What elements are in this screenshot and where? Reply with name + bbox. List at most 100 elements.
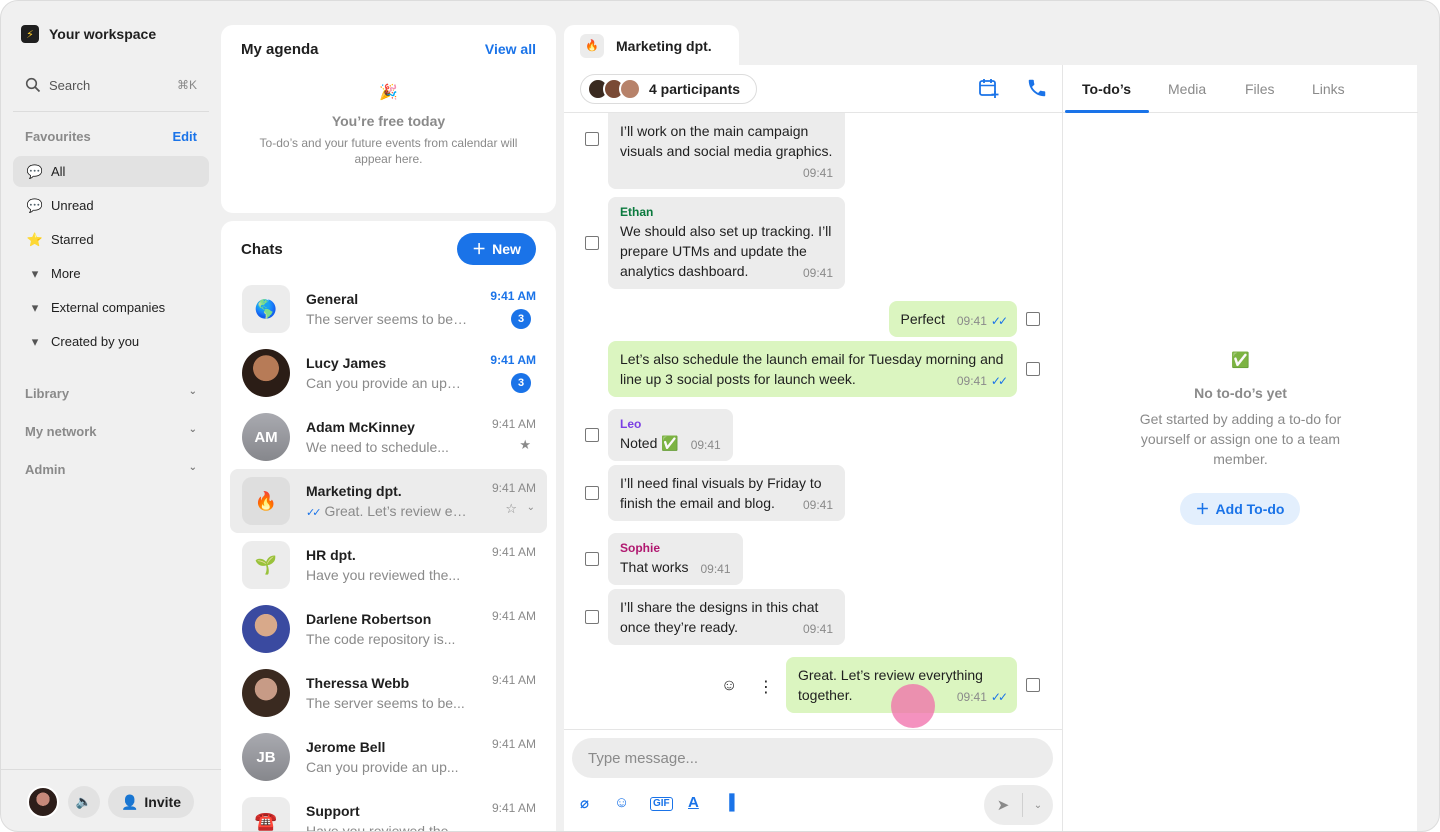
message-checkbox[interactable] (1026, 312, 1040, 326)
chat-time: 9:41 AM (491, 609, 536, 623)
bolt-icon: ⚡ (21, 25, 39, 43)
double-check-icon: ✓✓ (990, 690, 1008, 704)
chat-row-lucy-james[interactable]: Lucy James Can you provide an update 9:4… (230, 341, 547, 405)
section-library[interactable]: Library ⌄ (25, 386, 197, 401)
star-outline-icon[interactable]: ☆ (505, 501, 517, 517)
message-time: 09:41 (700, 562, 731, 576)
new-chat-button[interactable]: ＋ New (457, 233, 536, 265)
section-label: My network (25, 424, 97, 439)
gif-icon[interactable]: GIF (650, 797, 673, 811)
chat-time: 9:41 AM (490, 353, 536, 367)
chat-name: Theressa Webb (306, 675, 410, 691)
attach-icon[interactable]: ⌀ (580, 794, 589, 812)
message-checkbox[interactable] (585, 132, 599, 146)
message-bubble[interactable]: I’ll work on the main campaign visuals a… (608, 113, 845, 189)
chat-name: General (306, 291, 359, 307)
tab-marketing[interactable]: 🔥 Marketing dpt. (564, 25, 739, 66)
search-button[interactable]: Search ⌘K (25, 75, 197, 95)
composer: ⌀ ☺ GIF A ▐ ➤ ⌄ (564, 729, 1062, 831)
chat-preview: The server seems to be down (306, 311, 468, 327)
message-checkbox[interactable] (1026, 362, 1040, 376)
message-bubble[interactable]: I’ll need final visuals by Friday to fin… (608, 465, 845, 521)
add-todo-button[interactable]: ＋ Add To-do (1180, 493, 1300, 525)
details-panel: To-do’s Media Files Links ✅ No to-do’s y… (1062, 65, 1418, 831)
more-options-icon[interactable]: ⋮ (758, 677, 774, 697)
seedling-icon: 🌱 (242, 541, 290, 589)
star-icon: ⭐ (26, 231, 44, 247)
chevron-down-icon: ⌄ (188, 424, 197, 435)
fire-icon: 🔥 (580, 33, 604, 58)
sidebar-item-starred[interactable]: ⭐ Starred (13, 224, 209, 255)
message-checkbox[interactable] (585, 428, 599, 442)
sound-button[interactable]: 🔈 (68, 786, 100, 818)
search-label: Search (49, 77, 91, 93)
poll-icon[interactable]: ▐ (724, 794, 735, 811)
emoji-react-icon[interactable]: ☺ (721, 677, 737, 695)
star-filled-icon[interactable]: ★ (519, 437, 531, 453)
chat-name: Support (306, 803, 360, 819)
chevron-down-icon[interactable]: ⌄ (1023, 800, 1053, 811)
section-admin[interactable]: Admin ⌄ (25, 462, 197, 477)
chat-row-general[interactable]: 🌎 General The server seems to be down 9:… (230, 277, 547, 341)
avatar[interactable] (27, 786, 59, 818)
phone-icon[interactable] (1026, 77, 1048, 104)
message-checkbox[interactable] (585, 236, 599, 250)
agenda-title: My agenda (241, 41, 319, 58)
message-checkbox[interactable] (1026, 678, 1040, 692)
emoji-icon[interactable]: ☺ (614, 794, 629, 811)
fire-icon: 🔥 (242, 477, 290, 525)
send-icon[interactable]: ➤ (984, 796, 1022, 814)
message-bubble[interactable]: Ethan We should also set up tracking. I’… (608, 197, 845, 289)
view-all-link[interactable]: View all (485, 41, 536, 57)
tab-todos[interactable]: To-do’s (1082, 81, 1131, 97)
chat-row-jerome-bell[interactable]: JB Jerome Bell Can you provide an up... … (230, 725, 547, 789)
chat-time: 9:41 AM (491, 481, 536, 495)
section-label: Admin (25, 462, 66, 477)
chat-row-support[interactable]: ☎️ Support Have you reviewed the... 9:41… (230, 789, 547, 832)
calendar-add-icon[interactable] (978, 77, 1000, 104)
tab-media[interactable]: Media (1168, 81, 1206, 97)
message-bubble[interactable]: Sophie That works 09:41 (608, 533, 743, 585)
sidebar-item-more[interactable]: ▾ More (13, 258, 209, 289)
chevron-down-icon[interactable]: ⌄ (527, 502, 535, 513)
avatar (619, 78, 641, 100)
agenda-empty-subtitle: To-do’s and your future events from cale… (259, 136, 518, 166)
message-bubble[interactable]: Let’s also schedule the launch email for… (608, 341, 1017, 397)
active-tab-indicator (1065, 110, 1149, 113)
chat-row-hr[interactable]: 🌱 HR dpt. Have you reviewed the... 9:41 … (230, 533, 547, 597)
unread-badge: 3 (511, 309, 531, 329)
globe-icon: 🌎 (242, 285, 290, 333)
chat-preview: Have you reviewed the... (306, 823, 461, 832)
invite-button[interactable]: 👤 Invite (108, 786, 194, 818)
message-bubble[interactable]: Perfect 09:41 ✓✓ (888, 301, 1017, 337)
favourites-edit-link[interactable]: Edit (172, 129, 197, 144)
message-checkbox[interactable] (585, 552, 599, 566)
sidebar-item-unread[interactable]: 💬 Unread (13, 190, 209, 221)
message-text: Great. Let’s review everything together. (798, 667, 983, 703)
sidebar-item-created-by-you[interactable]: ▾ Created by you (13, 326, 209, 357)
avatar (242, 669, 290, 717)
section-my-network[interactable]: My network ⌄ (25, 424, 197, 439)
chat-row-adam-mckinney[interactable]: AM Adam McKinney We need to schedule... … (230, 405, 547, 469)
message-text: I’ll work on the main campaign visuals a… (620, 123, 833, 159)
participants-button[interactable]: 4 participants (580, 74, 758, 104)
message-bubble[interactable]: I’ll share the designs in this chat once… (608, 589, 845, 645)
message-checkbox[interactable] (585, 610, 599, 624)
message-input[interactable] (588, 749, 1008, 767)
chat-row-marketing[interactable]: 🔥 Marketing dpt. ✓✓ Great. Let’s review e… (230, 469, 547, 533)
message-checkbox[interactable] (585, 486, 599, 500)
sidebar-item-all[interactable]: 💬 All (13, 156, 209, 187)
message-bubble[interactable]: Leo Noted ✅ 09:41 (608, 409, 733, 461)
text-format-icon[interactable]: A (688, 794, 699, 811)
agenda-card: My agenda View all 🎉 You’re free today T… (221, 25, 556, 213)
chat-row-darlene-robertson[interactable]: Darlene Robertson The code repository is… (230, 597, 547, 661)
sidebar-item-external-companies[interactable]: ▾ External companies (13, 292, 209, 323)
tab-links[interactable]: Links (1312, 81, 1345, 97)
workspace-switcher[interactable]: ⚡ Your workspace (21, 25, 156, 43)
chat-row-theressa-webb[interactable]: Theressa Webb The server seems to be... … (230, 661, 547, 725)
message-text: I’ll share the designs in this chat once… (620, 599, 819, 635)
participant-avatars (587, 78, 641, 100)
chat-preview-wrap: ✓✓Great. Let’s review everything togethe… (306, 503, 468, 519)
sidebar-item-label: Starred (51, 232, 94, 247)
tab-files[interactable]: Files (1245, 81, 1275, 97)
